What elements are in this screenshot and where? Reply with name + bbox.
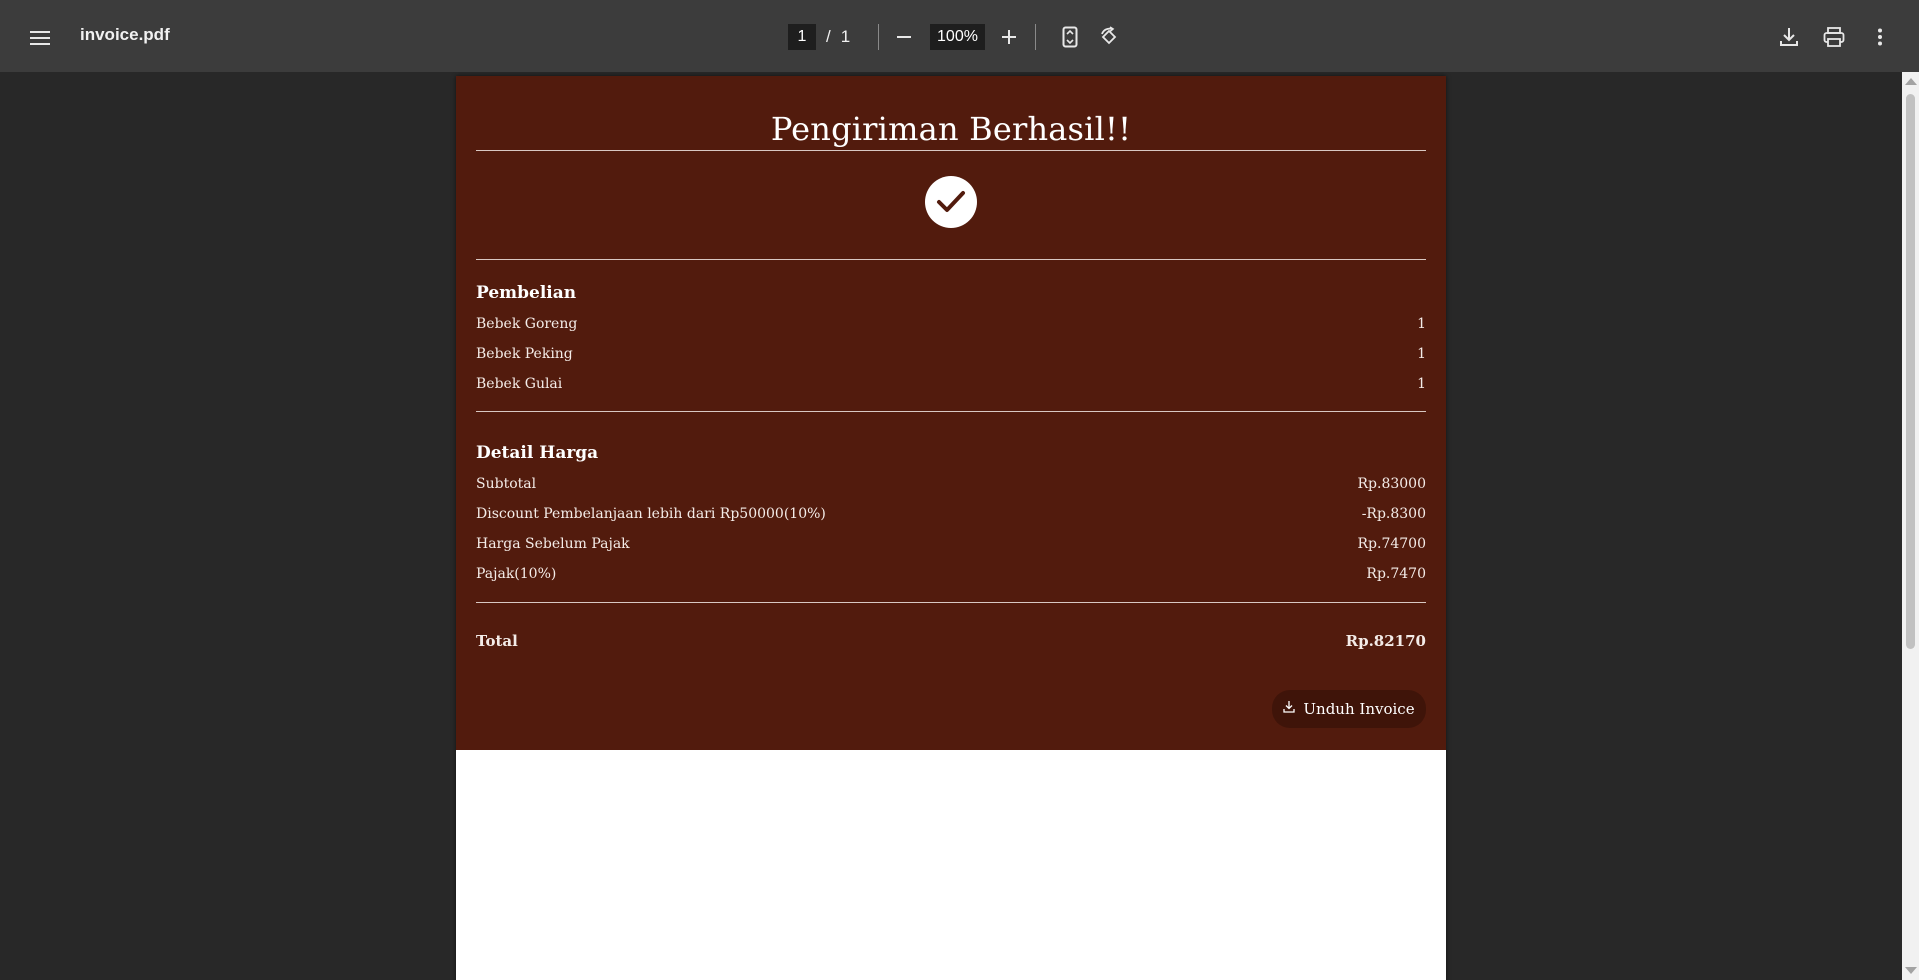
purchase-item: Bebek Peking 1 <box>476 346 1426 362</box>
current-page-input[interactable] <box>788 24 816 50</box>
toolbar-divider <box>878 24 879 50</box>
zoom-in-button[interactable] <box>993 21 1025 53</box>
item-qty: 1 <box>1417 346 1426 362</box>
download-icon <box>1283 700 1296 713</box>
item-name: Bebek Peking <box>476 346 573 362</box>
vertical-scrollbar[interactable] <box>1902 72 1919 980</box>
pdf-toolbar: invoice.pdf / 1 <box>0 0 1919 72</box>
download-icon <box>1780 28 1798 46</box>
download-invoice-label: Unduh Invoice <box>1303 700 1415 718</box>
price-detail-heading: Detail Harga <box>476 443 599 463</box>
rotate-button[interactable] <box>1093 21 1125 53</box>
total-row: Total Rp.82170 <box>476 632 1426 650</box>
title-divider <box>476 150 1426 151</box>
price-value: Rp.83000 <box>1357 476 1427 492</box>
fit-page-button[interactable] <box>1054 21 1086 53</box>
section-divider <box>476 602 1426 603</box>
more-vert-icon <box>1878 28 1882 46</box>
price-label: Discount Pembelanjaan lebih dari Rp50000… <box>476 506 826 522</box>
zoom-level-input[interactable] <box>930 24 985 50</box>
zoom-out-button[interactable] <box>888 21 920 53</box>
success-badge <box>925 176 977 228</box>
item-qty: 1 <box>1417 316 1426 332</box>
total-pages: 1 <box>840 27 851 46</box>
purchase-item: Bebek Goreng 1 <box>476 316 1426 332</box>
price-label: Subtotal <box>476 476 537 492</box>
section-divider <box>476 259 1426 260</box>
price-value: Rp.7470 <box>1366 566 1426 582</box>
price-value: Rp.74700 <box>1357 536 1427 552</box>
pdf-viewer[interactable]: Pengiriman Berhasil!! Pembelian Bebek Go… <box>0 72 1902 980</box>
price-label: Harga Sebelum Pajak <box>476 536 630 552</box>
purchase-heading: Pembelian <box>476 283 577 303</box>
price-row: Discount Pembelanjaan lebih dari Rp50000… <box>476 506 1426 522</box>
print-button[interactable] <box>1818 21 1850 53</box>
price-row: Pajak(10%) Rp.7470 <box>476 566 1426 582</box>
item-qty: 1 <box>1417 376 1426 392</box>
page-navigation: / 1 <box>788 24 850 50</box>
menu-icon <box>30 31 50 45</box>
toolbar-divider <box>1035 24 1036 50</box>
total-label: Total <box>476 632 518 650</box>
price-row: Subtotal Rp.83000 <box>476 476 1426 492</box>
total-value: Rp.82170 <box>1345 632 1426 650</box>
invoice-title: Pengiriman Berhasil!! <box>770 110 1132 148</box>
section-divider <box>476 411 1426 412</box>
plus-icon <box>1002 30 1016 44</box>
price-row: Harga Sebelum Pajak Rp.74700 <box>476 536 1426 552</box>
menu-button[interactable] <box>24 22 56 54</box>
scroll-up-arrow[interactable] <box>1905 78 1917 85</box>
check-icon <box>937 191 965 212</box>
price-label: Pajak(10%) <box>476 566 557 582</box>
download-button[interactable] <box>1773 21 1805 53</box>
pdf-page: Pengiriman Berhasil!! Pembelian Bebek Go… <box>456 76 1446 980</box>
item-name: Bebek Gulai <box>476 376 563 392</box>
scrollbar-thumb[interactable] <box>1906 94 1915 649</box>
more-options-button[interactable] <box>1864 21 1896 53</box>
minus-icon <box>897 36 911 38</box>
purchase-item: Bebek Gulai 1 <box>476 376 1426 392</box>
scroll-down-arrow[interactable] <box>1905 967 1917 974</box>
rotate-icon <box>1101 26 1117 45</box>
page-separator: / <box>826 27 831 46</box>
price-value: -Rp.8300 <box>1361 506 1426 522</box>
download-invoice-button[interactable]: Unduh Invoice <box>1272 690 1426 728</box>
invoice-card: Pengiriman Berhasil!! Pembelian Bebek Go… <box>456 76 1446 750</box>
fit-page-icon <box>1062 26 1078 48</box>
print-icon <box>1823 27 1845 47</box>
item-name: Bebek Goreng <box>476 316 578 332</box>
document-title: invoice.pdf <box>80 25 170 44</box>
